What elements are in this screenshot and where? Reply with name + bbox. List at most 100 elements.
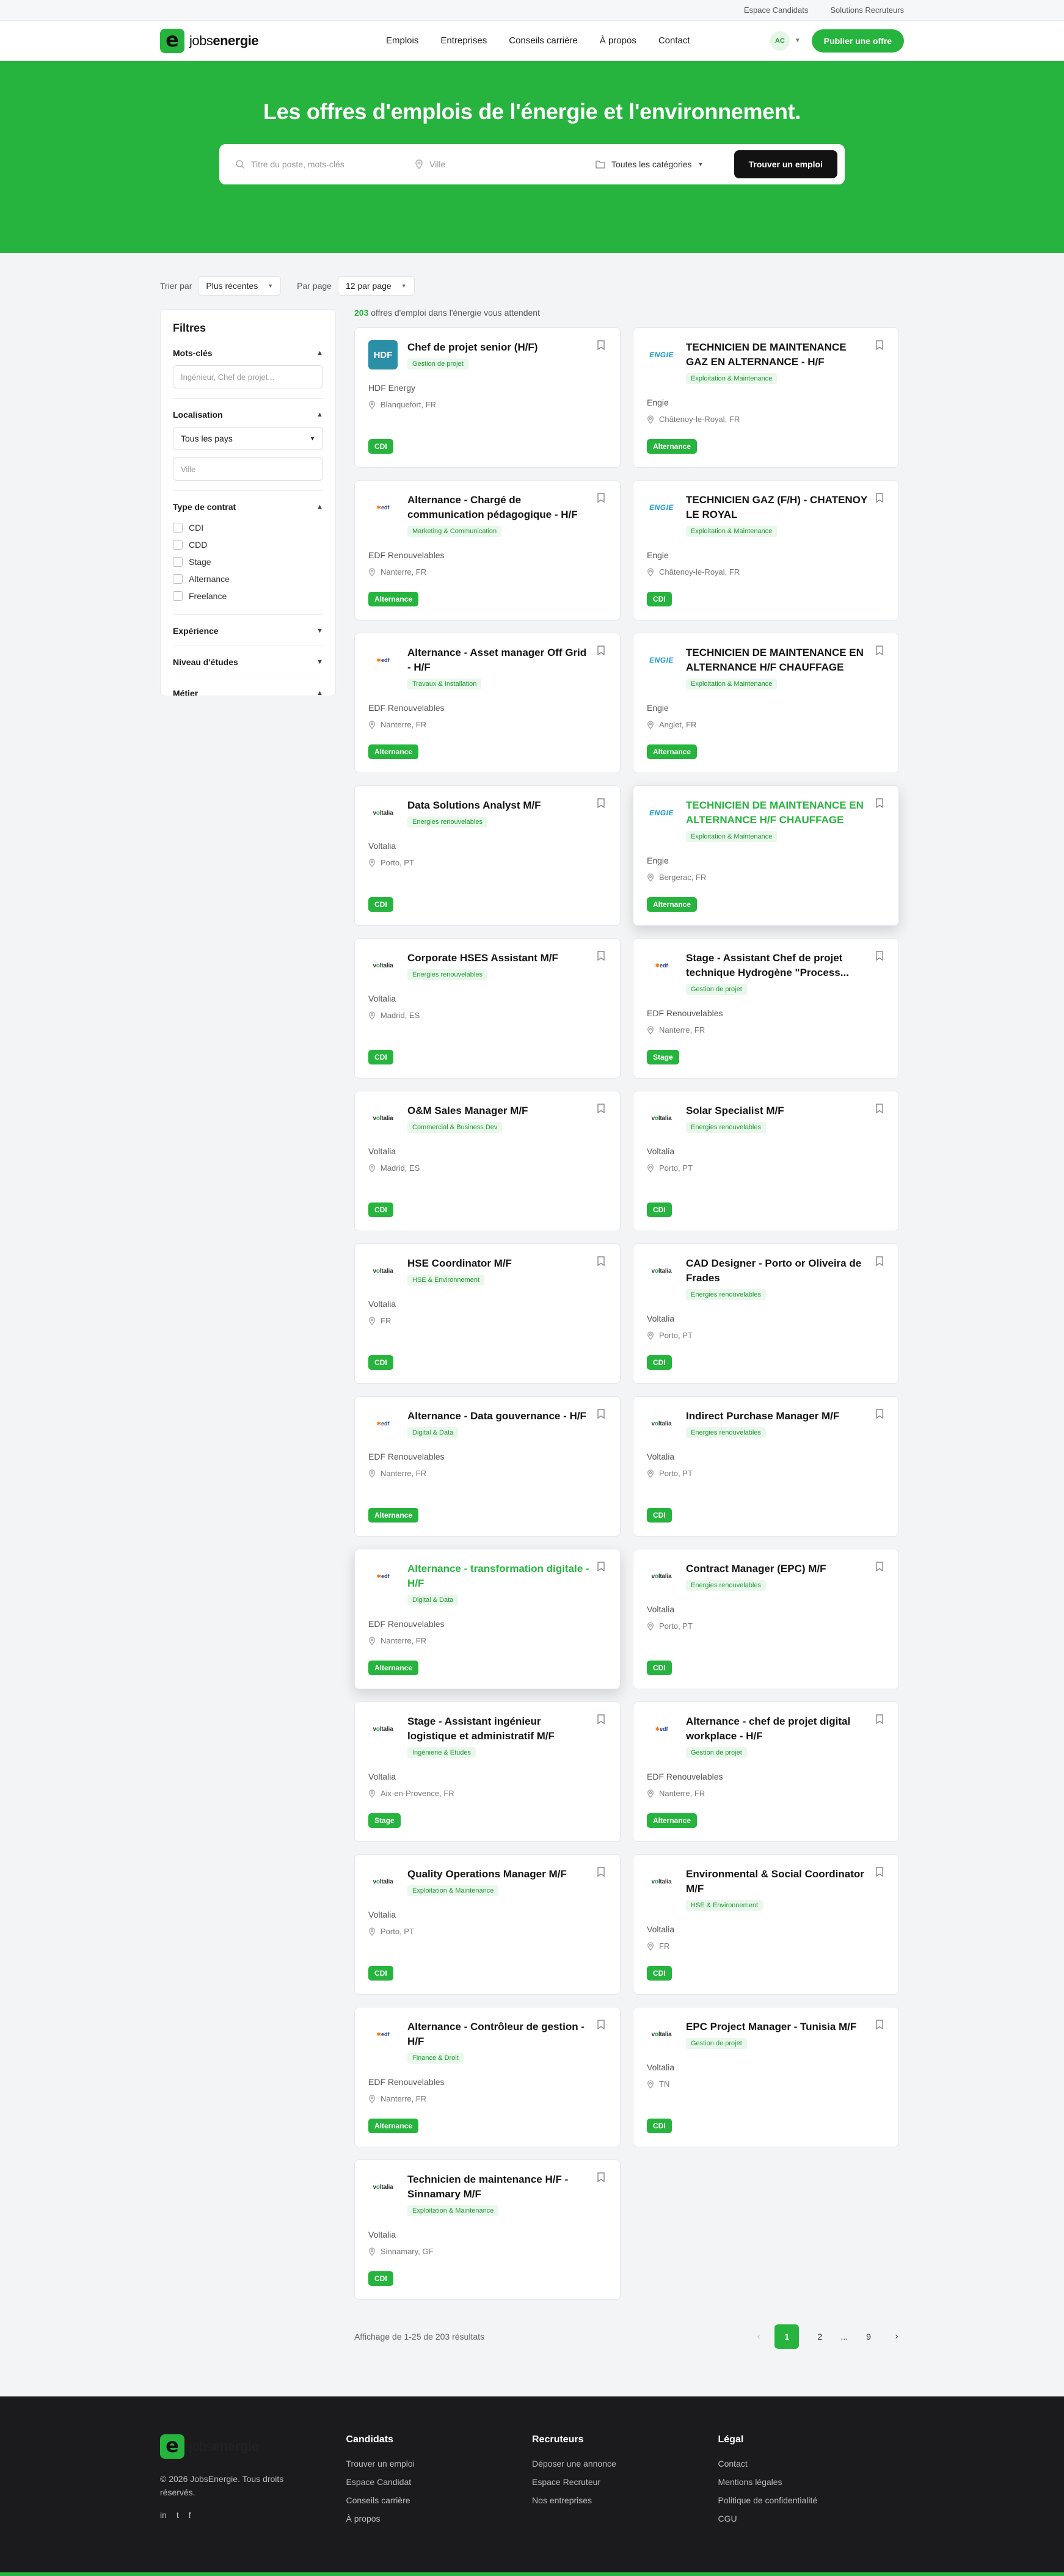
contract-checkbox-alternance[interactable]: Alternance — [173, 570, 323, 588]
job-title[interactable]: O&M Sales Manager M/F — [407, 1104, 589, 1118]
nav-conseils[interactable]: Conseils carrière — [509, 35, 578, 46]
job-card[interactable]: ENGIE TECHNICIEN DE MAINTENANCE EN ALTERN… — [633, 633, 899, 773]
country-select[interactable]: Tous les pays ▼ — [173, 427, 323, 450]
job-card[interactable]: ✱ edf Alternance - Chargé de communication… — [354, 480, 621, 620]
bookmark-icon[interactable] — [875, 798, 884, 808]
bookmark-icon[interactable] — [597, 1256, 605, 1266]
bookmark-icon[interactable] — [597, 1714, 605, 1724]
bookmark-icon[interactable] — [875, 1867, 884, 1877]
filter-keywords-input[interactable]: Ingénieur, Chef de projet... — [173, 365, 323, 388]
job-title[interactable]: Corporate HSES Assistant M/F — [407, 951, 589, 966]
bookmark-icon[interactable] — [597, 1104, 605, 1113]
filter-keywords-header[interactable]: Mots-clés ▲ — [173, 348, 323, 358]
footer-link[interactable]: CGU — [718, 2514, 905, 2523]
job-card[interactable]: ✱ edf Alternance - Data gouvernance - H/F D… — [354, 1396, 621, 1537]
bookmark-icon[interactable] — [875, 493, 884, 503]
filter-experience-header[interactable]: Expérience ▼ — [173, 626, 323, 636]
bookmark-icon[interactable] — [597, 646, 605, 655]
footer-link[interactable]: Mentions légales — [718, 2477, 905, 2487]
bookmark-icon[interactable] — [597, 2020, 605, 2029]
job-title[interactable]: TECHNICIEN DE MAINTENANCE GAZ EN ALTERNA… — [686, 340, 868, 369]
job-title[interactable]: HSE Coordinator M/F — [407, 1256, 589, 1271]
footer-link[interactable]: Politique de confidentialité — [718, 2495, 905, 2505]
page-9[interactable]: 9 — [856, 2324, 881, 2349]
job-card[interactable]: v o ltalia Data Solutions Analyst M/F Energi… — [354, 785, 621, 926]
job-title[interactable]: Quality Operations Manager M/F — [407, 1867, 589, 1882]
job-card[interactable]: v o ltalia CAD Designer - Porto or Oliveira… — [633, 1243, 899, 1384]
footer-logo[interactable]: e jobsenergie — [160, 2434, 346, 2459]
bookmark-icon[interactable] — [875, 1256, 884, 1266]
job-title[interactable]: Stage - Assistant Chef de projet techniq… — [686, 951, 868, 980]
nav-entreprises[interactable]: Entreprises — [440, 35, 487, 46]
linkedin-icon[interactable]: in — [160, 2510, 167, 2520]
bookmark-icon[interactable] — [597, 2172, 605, 2182]
user-avatar[interactable]: AC — [770, 31, 790, 51]
site-logo[interactable]: e jobsenergie — [160, 28, 259, 53]
contract-checkbox-cdi[interactable]: CDI — [173, 519, 323, 536]
job-card[interactable]: ENGIE TECHNICIEN DE MAINTENANCE EN ALTERN… — [633, 785, 899, 926]
contract-checkbox-cdd[interactable]: CDD — [173, 536, 323, 553]
bookmark-icon[interactable] — [597, 340, 605, 350]
job-card[interactable]: HDF Chef de projet senior (H/F) Gestion de… — [354, 327, 621, 468]
page-2[interactable]: 2 — [807, 2324, 832, 2349]
footer-link[interactable]: Trouver un emploi — [346, 2459, 533, 2469]
job-card[interactable]: v o ltalia Quality Operations Manager M/F Ex… — [354, 1854, 621, 1995]
bookmark-icon[interactable] — [597, 1409, 605, 1419]
job-card[interactable]: v o ltalia Technicien de maintenance H/F - … — [354, 2159, 621, 2300]
per-page-select[interactable]: 12 par page ▼ — [337, 276, 415, 296]
bookmark-icon[interactable] — [597, 951, 605, 961]
job-title[interactable]: Alternance - Contrôleur de gestion - H/F — [407, 2020, 589, 2049]
job-title[interactable]: Alternance - transformation digitale - H… — [407, 1562, 589, 1591]
job-card[interactable]: v o ltalia EPC Project Manager - Tunisia M/… — [633, 2007, 899, 2147]
chevron-right-icon[interactable]: › — [889, 2331, 904, 2342]
filter-education-header[interactable]: Niveau d'études ▼ — [173, 657, 323, 667]
bookmark-icon[interactable] — [597, 1562, 605, 1571]
job-title[interactable]: CAD Designer - Porto or Oliveira de Frad… — [686, 1256, 868, 1286]
job-card[interactable]: v o ltalia Indirect Purchase Manager M/F Ene… — [633, 1396, 899, 1537]
contract-checkbox-freelance[interactable]: Freelance — [173, 588, 323, 605]
nav-contact[interactable]: Contact — [658, 35, 690, 46]
espace-candidats-link[interactable]: Espace Candidats — [744, 5, 809, 15]
job-title[interactable]: Contract Manager (EPC) M/F — [686, 1562, 868, 1576]
bookmark-icon[interactable] — [597, 1867, 605, 1877]
job-title[interactable]: Stage - Assistant ingénieur logistique e… — [407, 1714, 589, 1744]
bookmark-icon[interactable] — [875, 1562, 884, 1571]
job-card[interactable]: ✱ edf Alternance - transformation digitale… — [354, 1549, 621, 1689]
bookmark-icon[interactable] — [875, 340, 884, 350]
job-title[interactable]: Environmental & Social Coordinator M/F — [686, 1867, 868, 1896]
job-title[interactable]: TECHNICIEN DE MAINTENANCE EN ALTERNANCE … — [686, 646, 868, 675]
footer-link[interactable]: Contact — [718, 2459, 905, 2469]
filter-city-input[interactable]: Ville — [173, 457, 323, 481]
job-title[interactable]: TECHNICIEN DE MAINTENANCE EN ALTERNANCE … — [686, 798, 868, 828]
job-card[interactable]: v o ltalia Environmental & Social Coordinat… — [633, 1854, 899, 1995]
job-card[interactable]: v o ltalia Corporate HSES Assistant M/F Ener… — [354, 938, 621, 1079]
job-title[interactable]: Chef de projet senior (H/F) — [407, 340, 589, 355]
twitter-icon[interactable]: t — [177, 2510, 179, 2520]
city-search-input[interactable]: Ville — [415, 144, 596, 184]
chevron-down-icon[interactable]: ▼ — [795, 37, 801, 44]
job-card[interactable]: v o ltalia Contract Manager (EPC) M/F Energi… — [633, 1549, 899, 1689]
keyword-search-input[interactable]: Titre du poste, mots-clés — [235, 144, 415, 184]
facebook-icon[interactable]: f — [189, 2510, 191, 2520]
sort-select[interactable]: Plus récentes ▼ — [198, 276, 282, 296]
job-card[interactable]: ✱ edf Alternance - Contrôleur de gestion -… — [354, 2007, 621, 2147]
job-card[interactable]: v o ltalia HSE Coordinator M/F HSE & Environ… — [354, 1243, 621, 1384]
bookmark-icon[interactable] — [875, 2020, 884, 2029]
job-title[interactable]: Alternance - Data gouvernance - H/F — [407, 1409, 589, 1424]
bookmark-icon[interactable] — [875, 1104, 884, 1113]
footer-link[interactable]: Déposer une annonce — [532, 2459, 718, 2469]
filter-job-header[interactable]: Métier ▲ — [173, 688, 323, 696]
bookmark-icon[interactable] — [875, 951, 884, 961]
job-card[interactable]: v o ltalia Stage - Assistant ingénieur logi… — [354, 1701, 621, 1842]
nav-emplois[interactable]: Emplois — [386, 35, 418, 46]
nav-a-propos[interactable]: À propos — [600, 35, 636, 46]
job-card[interactable]: v o ltalia O&M Sales Manager M/F Commercial … — [354, 1091, 621, 1231]
job-title[interactable]: Alternance - Chargé de communication péd… — [407, 493, 589, 522]
job-title[interactable]: Alternance - chef de projet digital work… — [686, 1714, 868, 1744]
filter-contract-header[interactable]: Type de contrat ▲ — [173, 502, 323, 512]
job-card[interactable]: ✱ edf Alternance - Asset manager Off Grid … — [354, 633, 621, 773]
bookmark-icon[interactable] — [875, 646, 884, 655]
bookmark-icon[interactable] — [875, 1714, 884, 1724]
footer-link[interactable]: Nos entreprises — [532, 2495, 718, 2505]
job-title[interactable]: EPC Project Manager - Tunisia M/F — [686, 2020, 868, 2034]
